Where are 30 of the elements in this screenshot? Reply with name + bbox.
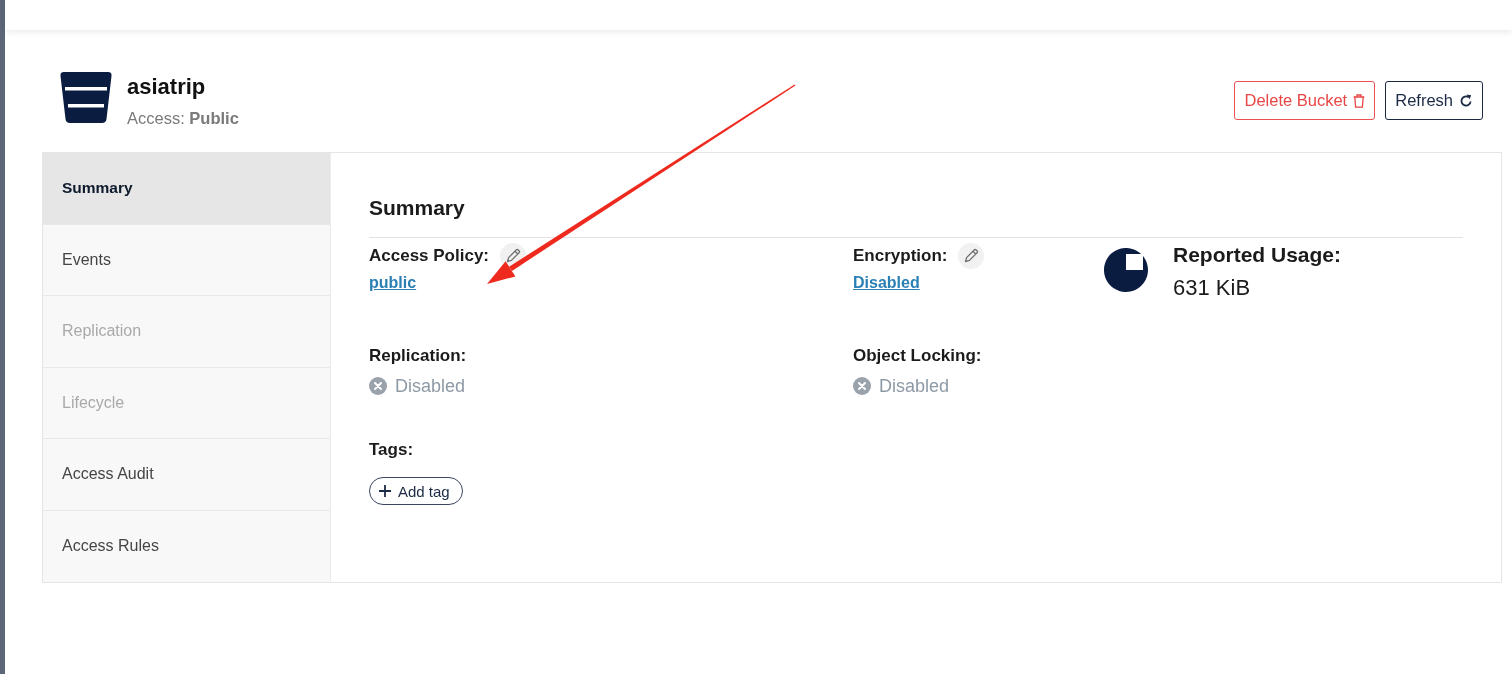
- add-tag-button[interactable]: Add tag: [369, 477, 463, 505]
- delete-bucket-button[interactable]: Delete Bucket: [1234, 81, 1376, 120]
- field-label: Replication:: [369, 345, 467, 367]
- bucket-name: asiatrip: [127, 73, 206, 101]
- pie-chart-icon: [1104, 248, 1148, 292]
- x-circle-icon: [853, 377, 871, 395]
- refresh-button[interactable]: Refresh: [1385, 81, 1483, 120]
- x-circle-icon: [369, 377, 387, 395]
- field-label: Access Policy:: [369, 245, 489, 267]
- tags-label: Tags:: [369, 439, 414, 461]
- access-label: Access: Public: [127, 108, 239, 129]
- pencil-icon: [958, 243, 985, 269]
- status-text: Disabled: [879, 375, 950, 398]
- field-label: Encryption:: [853, 245, 948, 267]
- status-text: Disabled: [395, 375, 466, 398]
- sidebar-tab[interactable]: Summary: [43, 153, 330, 225]
- plus-icon: [379, 485, 391, 497]
- refresh-icon: [1459, 93, 1473, 108]
- field-value-link[interactable]: public: [369, 273, 417, 293]
- field-label: Object Locking:: [853, 345, 982, 367]
- usage-label: Reported Usage:: [1173, 242, 1342, 268]
- bucket-icon: [60, 72, 112, 123]
- trash-icon: [1353, 93, 1366, 108]
- section-title: Summary: [369, 195, 465, 221]
- sidebar-tab[interactable]: Events: [43, 224, 330, 296]
- sidebar-tab[interactable]: Access Rules: [43, 510, 330, 582]
- field-value-link[interactable]: Disabled: [853, 273, 920, 293]
- sidebar-tab[interactable]: Access Audit: [43, 439, 330, 511]
- edit-button[interactable]: [958, 243, 985, 269]
- usage-value: 631 KiB: [1173, 275, 1251, 301]
